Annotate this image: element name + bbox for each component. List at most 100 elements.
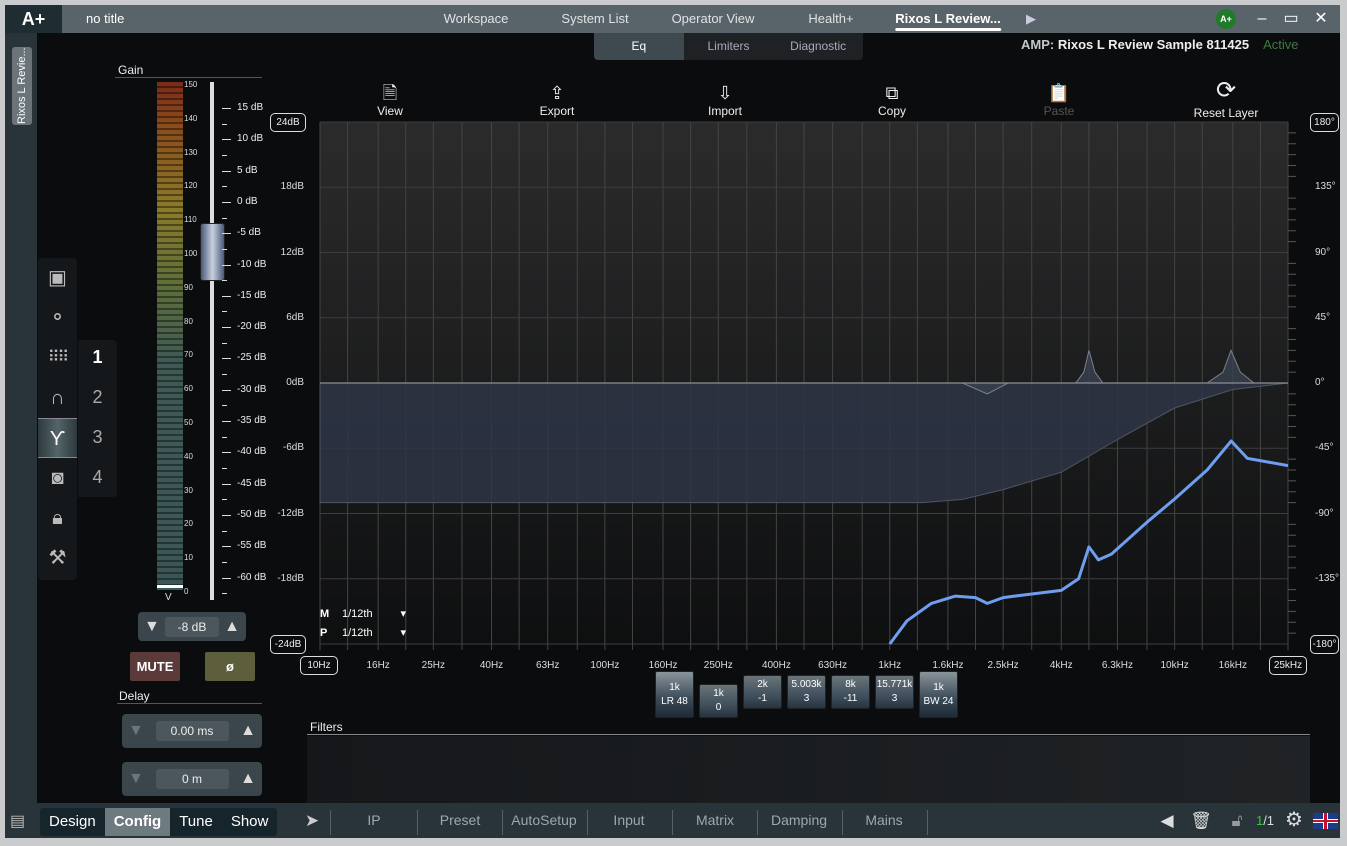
filter-band-button[interactable]: 1k LR 48	[655, 671, 694, 718]
mode-design[interactable]: Design	[40, 808, 105, 836]
gain-increase-button[interactable]: ▲	[224, 618, 240, 636]
pointer-icon[interactable]: ➤	[305, 803, 319, 838]
tab-operator-view[interactable]: Operator View	[672, 5, 755, 33]
mode-config[interactable]: Config	[104, 808, 171, 836]
eq-response-chart[interactable]	[265, 110, 1345, 685]
delay-distance-value[interactable]: 0 m	[155, 769, 229, 789]
level-bars-icon[interactable]: ▤	[10, 810, 25, 834]
gain-fader-track[interactable]	[210, 82, 214, 600]
filter-frequency: 15.771k	[876, 679, 913, 690]
matrix-icon[interactable]: ⠿⠿	[38, 338, 77, 378]
y2-axis-label[interactable]: 180°	[1310, 113, 1339, 132]
filter-band-button[interactable]: 5.003k 3	[787, 675, 826, 709]
phase-invert-button[interactable]: ø	[205, 652, 255, 681]
account-badge[interactable]: A+	[1216, 9, 1236, 29]
x-axis-label: 25Hz	[421, 660, 446, 671]
scale-tick	[222, 170, 231, 172]
tab-diagnostic[interactable]: Diagnostic	[773, 33, 863, 60]
nav-preset[interactable]: Preset	[440, 803, 480, 838]
scale-tick	[222, 327, 231, 329]
phase-smoothing[interactable]: P 1/12th ▾	[320, 624, 406, 643]
nav-input[interactable]: Input	[613, 803, 644, 838]
channel-2[interactable]: 2	[78, 387, 117, 408]
trash-icon[interactable]: 🗑︎	[1190, 803, 1212, 838]
more-tabs-icon[interactable]: ▶	[1026, 5, 1036, 33]
nav-separator	[927, 810, 928, 835]
channel-3[interactable]: 3	[78, 427, 117, 448]
meter-unit: V	[165, 592, 172, 603]
lock-icon[interactable]: 🔒︎	[38, 498, 77, 538]
filter-band-button[interactable]: 8k -11	[831, 675, 870, 709]
close-button[interactable]: ✕	[1314, 5, 1327, 33]
speaker-icon[interactable]: ◙	[38, 458, 77, 498]
y2-axis-label[interactable]: -180°	[1310, 635, 1339, 654]
x-axis-label[interactable]: 10Hz	[300, 656, 338, 675]
meter-tick-label: 30	[184, 485, 193, 495]
meter-tick-label: 60	[184, 384, 193, 394]
scale-minor-tick	[222, 217, 227, 219]
scale-tick	[222, 483, 231, 485]
delay-title: Delay	[119, 689, 150, 703]
meter-tick-label: 100	[184, 249, 198, 258]
page-indicator: 1/1	[1256, 803, 1274, 838]
filter-band-button[interactable]: 2k -1	[743, 675, 782, 709]
nav-matrix[interactable]: Matrix	[696, 803, 734, 838]
filter-band-button[interactable]: 1k 0	[699, 684, 738, 718]
delay-increase-button[interactable]: ▲	[240, 722, 256, 740]
language-flag-icon[interactable]	[1313, 813, 1338, 829]
y-axis-label[interactable]: -24dB	[270, 635, 306, 654]
magnitude-smoothing[interactable]: M 1/12th ▾	[320, 605, 406, 624]
filters-panel	[307, 736, 1310, 803]
minimize-button[interactable]: –	[1258, 5, 1267, 33]
gear-icon[interactable]: ⚙	[1285, 803, 1303, 838]
scale-minor-tick	[222, 530, 227, 532]
y2-axis-label: -135°	[1315, 572, 1340, 584]
mode-show[interactable]: Show	[222, 808, 278, 836]
speaker-icon[interactable]: ◀	[1160, 803, 1173, 838]
scale-tick	[222, 295, 231, 297]
meter-tick-label: 50	[184, 418, 193, 427]
x-axis-label: 16Hz	[366, 660, 390, 671]
nav-ip[interactable]: IP	[367, 803, 380, 838]
tab-health[interactable]: Health+	[808, 5, 853, 33]
y-axis-label[interactable]: 24dB	[270, 113, 306, 132]
distance-increase-button[interactable]: ▲	[240, 770, 256, 788]
nav-autosetup[interactable]: AutoSetup	[511, 803, 576, 838]
unlock-icon[interactable]: 🔓︎	[1231, 803, 1242, 838]
mute-button[interactable]: MUTE	[130, 652, 180, 681]
tab-system-list[interactable]: System List	[561, 5, 628, 33]
tab-device[interactable]: Rixos L Review...	[895, 5, 1001, 33]
delay-decrease-button[interactable]: ▼	[128, 722, 144, 740]
filter-band-button[interactable]: 15.771k 3	[875, 675, 914, 709]
copy-icon: ⧉	[885, 83, 899, 103]
channel-4[interactable]: 4	[78, 467, 117, 488]
routing-icon[interactable]: ⚬	[38, 298, 77, 338]
gain-fader-knob[interactable]	[200, 222, 225, 281]
delay-time-value[interactable]: 0.00 ms	[155, 721, 229, 741]
scale-tick	[222, 108, 231, 109]
gain-decrease-button[interactable]: ▼	[144, 618, 160, 636]
nav-mains[interactable]: Mains	[865, 803, 902, 838]
mode-switcher: Design Config Tune Show	[40, 808, 278, 836]
tab-eq[interactable]: Eq	[594, 33, 684, 60]
channel-1[interactable]: 1	[78, 347, 117, 368]
bandpass-icon[interactable]: ∩	[38, 378, 77, 418]
x-axis-label[interactable]: 25kHz	[1269, 656, 1307, 675]
nav-separator	[841, 810, 843, 835]
tab-limiters[interactable]: Limiters	[683, 33, 774, 60]
maximize-button[interactable]: ▭	[1283, 5, 1298, 33]
scale-tick	[222, 358, 231, 360]
tools-icon[interactable]: ⚒	[38, 538, 77, 578]
crossover-icon[interactable]: ϒ	[38, 418, 77, 458]
distance-decrease-button[interactable]: ▼	[128, 770, 144, 788]
gain-value[interactable]: -8 dB	[165, 616, 219, 637]
tab-workspace[interactable]: Workspace	[444, 5, 509, 33]
scale-label: -20 dB	[237, 321, 267, 333]
mode-tune[interactable]: Tune	[170, 808, 222, 836]
filter-value: -1	[758, 693, 767, 704]
nav-damping[interactable]: Damping	[771, 803, 827, 838]
device-side-tab[interactable]: Rixos L Revie...	[12, 47, 32, 125]
filter-band-button[interactable]: 1k BW 24	[919, 671, 958, 718]
import-icon: ⇩	[717, 83, 733, 103]
chip-icon[interactable]: ▣	[38, 258, 77, 298]
